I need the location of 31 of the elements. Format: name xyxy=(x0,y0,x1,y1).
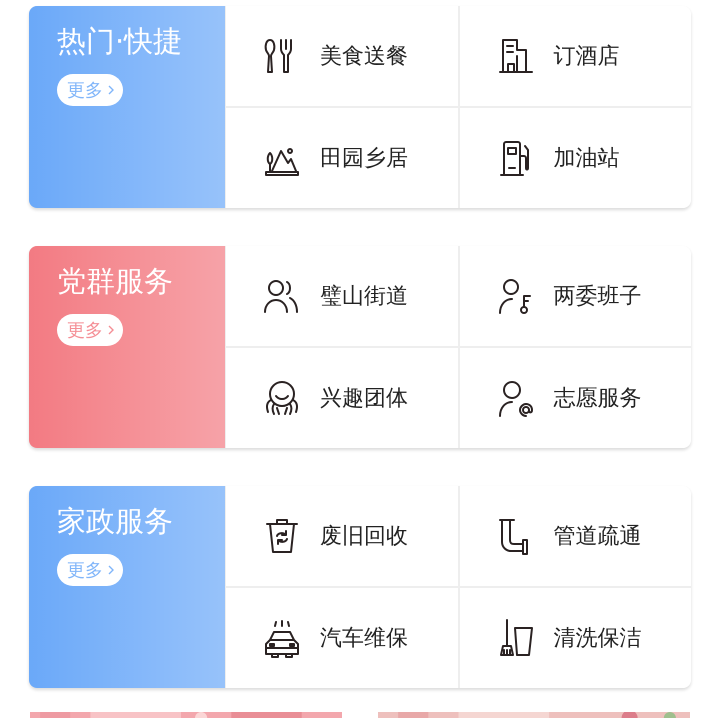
service-item[interactable]: 美食送餐 xyxy=(226,6,458,106)
category-title: 家政服务 xyxy=(57,504,173,538)
service-item[interactable]: 订酒店 xyxy=(460,6,691,106)
chevron-icon xyxy=(107,324,115,336)
service-label: 璧山街道 xyxy=(320,283,408,311)
service-item[interactable]: 废旧回收 xyxy=(226,486,458,586)
service-item[interactable]: 清洗保洁 xyxy=(460,588,691,688)
service-item[interactable]: 加油站 xyxy=(460,108,691,208)
service-label: 汽车维保 xyxy=(320,625,408,653)
service-label: 田园乡居 xyxy=(320,145,408,173)
service-item[interactable]: 两委班子 xyxy=(460,246,691,346)
service-label: 美食送餐 xyxy=(320,43,408,71)
service-label: 废旧回收 xyxy=(320,523,408,551)
service-label: 兴趣团体 xyxy=(320,385,408,413)
category-title: 党群服务 xyxy=(57,264,173,298)
service-label: 两委班子 xyxy=(554,283,642,311)
service-label: 加油站 xyxy=(554,145,620,173)
service-item[interactable]: 田园乡居 xyxy=(226,108,458,208)
chevron-icon xyxy=(107,84,115,96)
chevron-icon xyxy=(107,564,115,576)
service-item[interactable]: 志愿服务 xyxy=(460,348,691,448)
service-label: 清洗保洁 xyxy=(554,625,642,653)
car-icon xyxy=(262,618,302,658)
service-label: 志愿服务 xyxy=(554,385,642,413)
service-item[interactable]: 璧山街道 xyxy=(226,246,458,346)
service-label: 订酒店 xyxy=(554,43,620,71)
category-title: 热门·快捷 xyxy=(57,24,182,58)
service-item[interactable]: 兴趣团体 xyxy=(226,348,458,448)
service-item[interactable]: 管道疏通 xyxy=(460,486,691,586)
service-item[interactable]: 汽车维保 xyxy=(226,588,458,688)
service-label: 管道疏通 xyxy=(554,523,642,551)
